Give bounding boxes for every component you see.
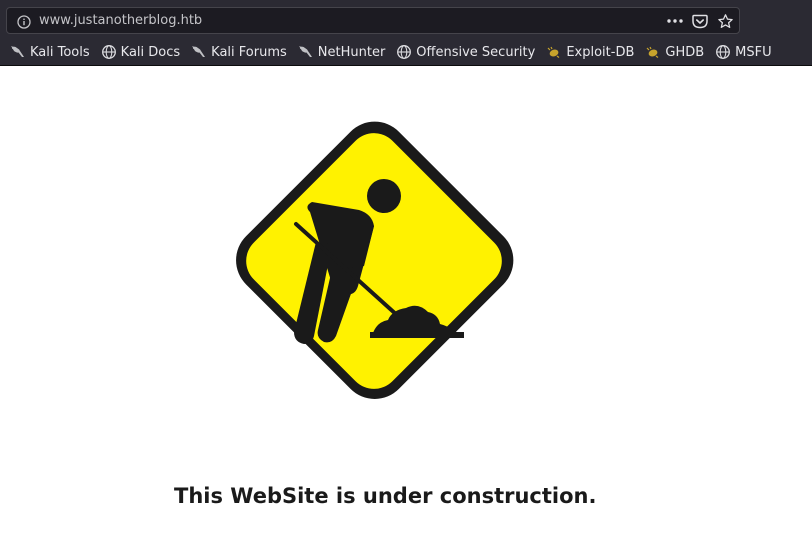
kali-dragon-icon	[10, 44, 26, 60]
pocket-button[interactable]	[690, 11, 710, 31]
browser-window: www.justanotherblog.htb Kali Tools Kali …	[0, 0, 812, 539]
bookmark-label: Kali Forums	[211, 44, 287, 60]
bookmark-ghdb[interactable]: GHDB	[641, 41, 708, 63]
bookmark-label: NetHunter	[317, 44, 386, 60]
page-actions-button[interactable]	[665, 11, 685, 31]
exploitdb-bug-icon	[645, 44, 661, 60]
bookmark-kali-docs[interactable]: Kali Docs	[97, 41, 185, 63]
kali-dragon-icon	[298, 44, 314, 60]
globe-icon	[715, 44, 731, 60]
globe-icon	[101, 44, 117, 60]
bookmark-label: Offensive Security	[416, 44, 536, 60]
bookmark-nethunter[interactable]: NetHunter	[294, 41, 390, 63]
under-construction-sign-icon	[186, 74, 562, 448]
exploitdb-bug-icon	[546, 44, 562, 60]
bookmark-label: GHDB	[665, 44, 705, 60]
globe-icon	[396, 44, 412, 60]
url-actions	[660, 11, 735, 31]
bookmark-offensive-security[interactable]: Offensive Security	[392, 41, 539, 63]
url-text[interactable]: www.justanotherblog.htb	[39, 13, 202, 28]
page-caption: This WebSite is under construction.	[174, 484, 597, 508]
page-content: This WebSite is under construction.	[0, 66, 812, 539]
more-dots-icon	[667, 19, 683, 23]
bookmarks-toolbar: Kali Tools Kali Docs Kali Forums NetHunter O…	[0, 39, 812, 66]
bookmark-kali-tools[interactable]: Kali Tools	[6, 41, 94, 63]
bookmark-exploit-db[interactable]: Exploit-DB	[542, 41, 638, 63]
star-icon	[717, 13, 733, 28]
info-icon[interactable]	[17, 14, 31, 29]
bookmark-label: Exploit-DB	[566, 44, 635, 60]
bookmark-label: Kali Docs	[120, 44, 181, 60]
navigation-toolbar: www.justanotherblog.htb	[0, 0, 812, 39]
url-bar[interactable]: www.justanotherblog.htb	[6, 7, 740, 34]
kali-dragon-icon	[191, 44, 207, 60]
bookmark-label: Kali Tools	[30, 44, 90, 60]
bookmark-kali-forums[interactable]: Kali Forums	[187, 41, 291, 63]
bookmark-star-button[interactable]	[715, 11, 735, 31]
bookmark-msfu[interactable]: MSFU	[711, 41, 775, 63]
bookmark-label: MSFU	[735, 44, 772, 60]
pocket-icon	[692, 14, 708, 28]
